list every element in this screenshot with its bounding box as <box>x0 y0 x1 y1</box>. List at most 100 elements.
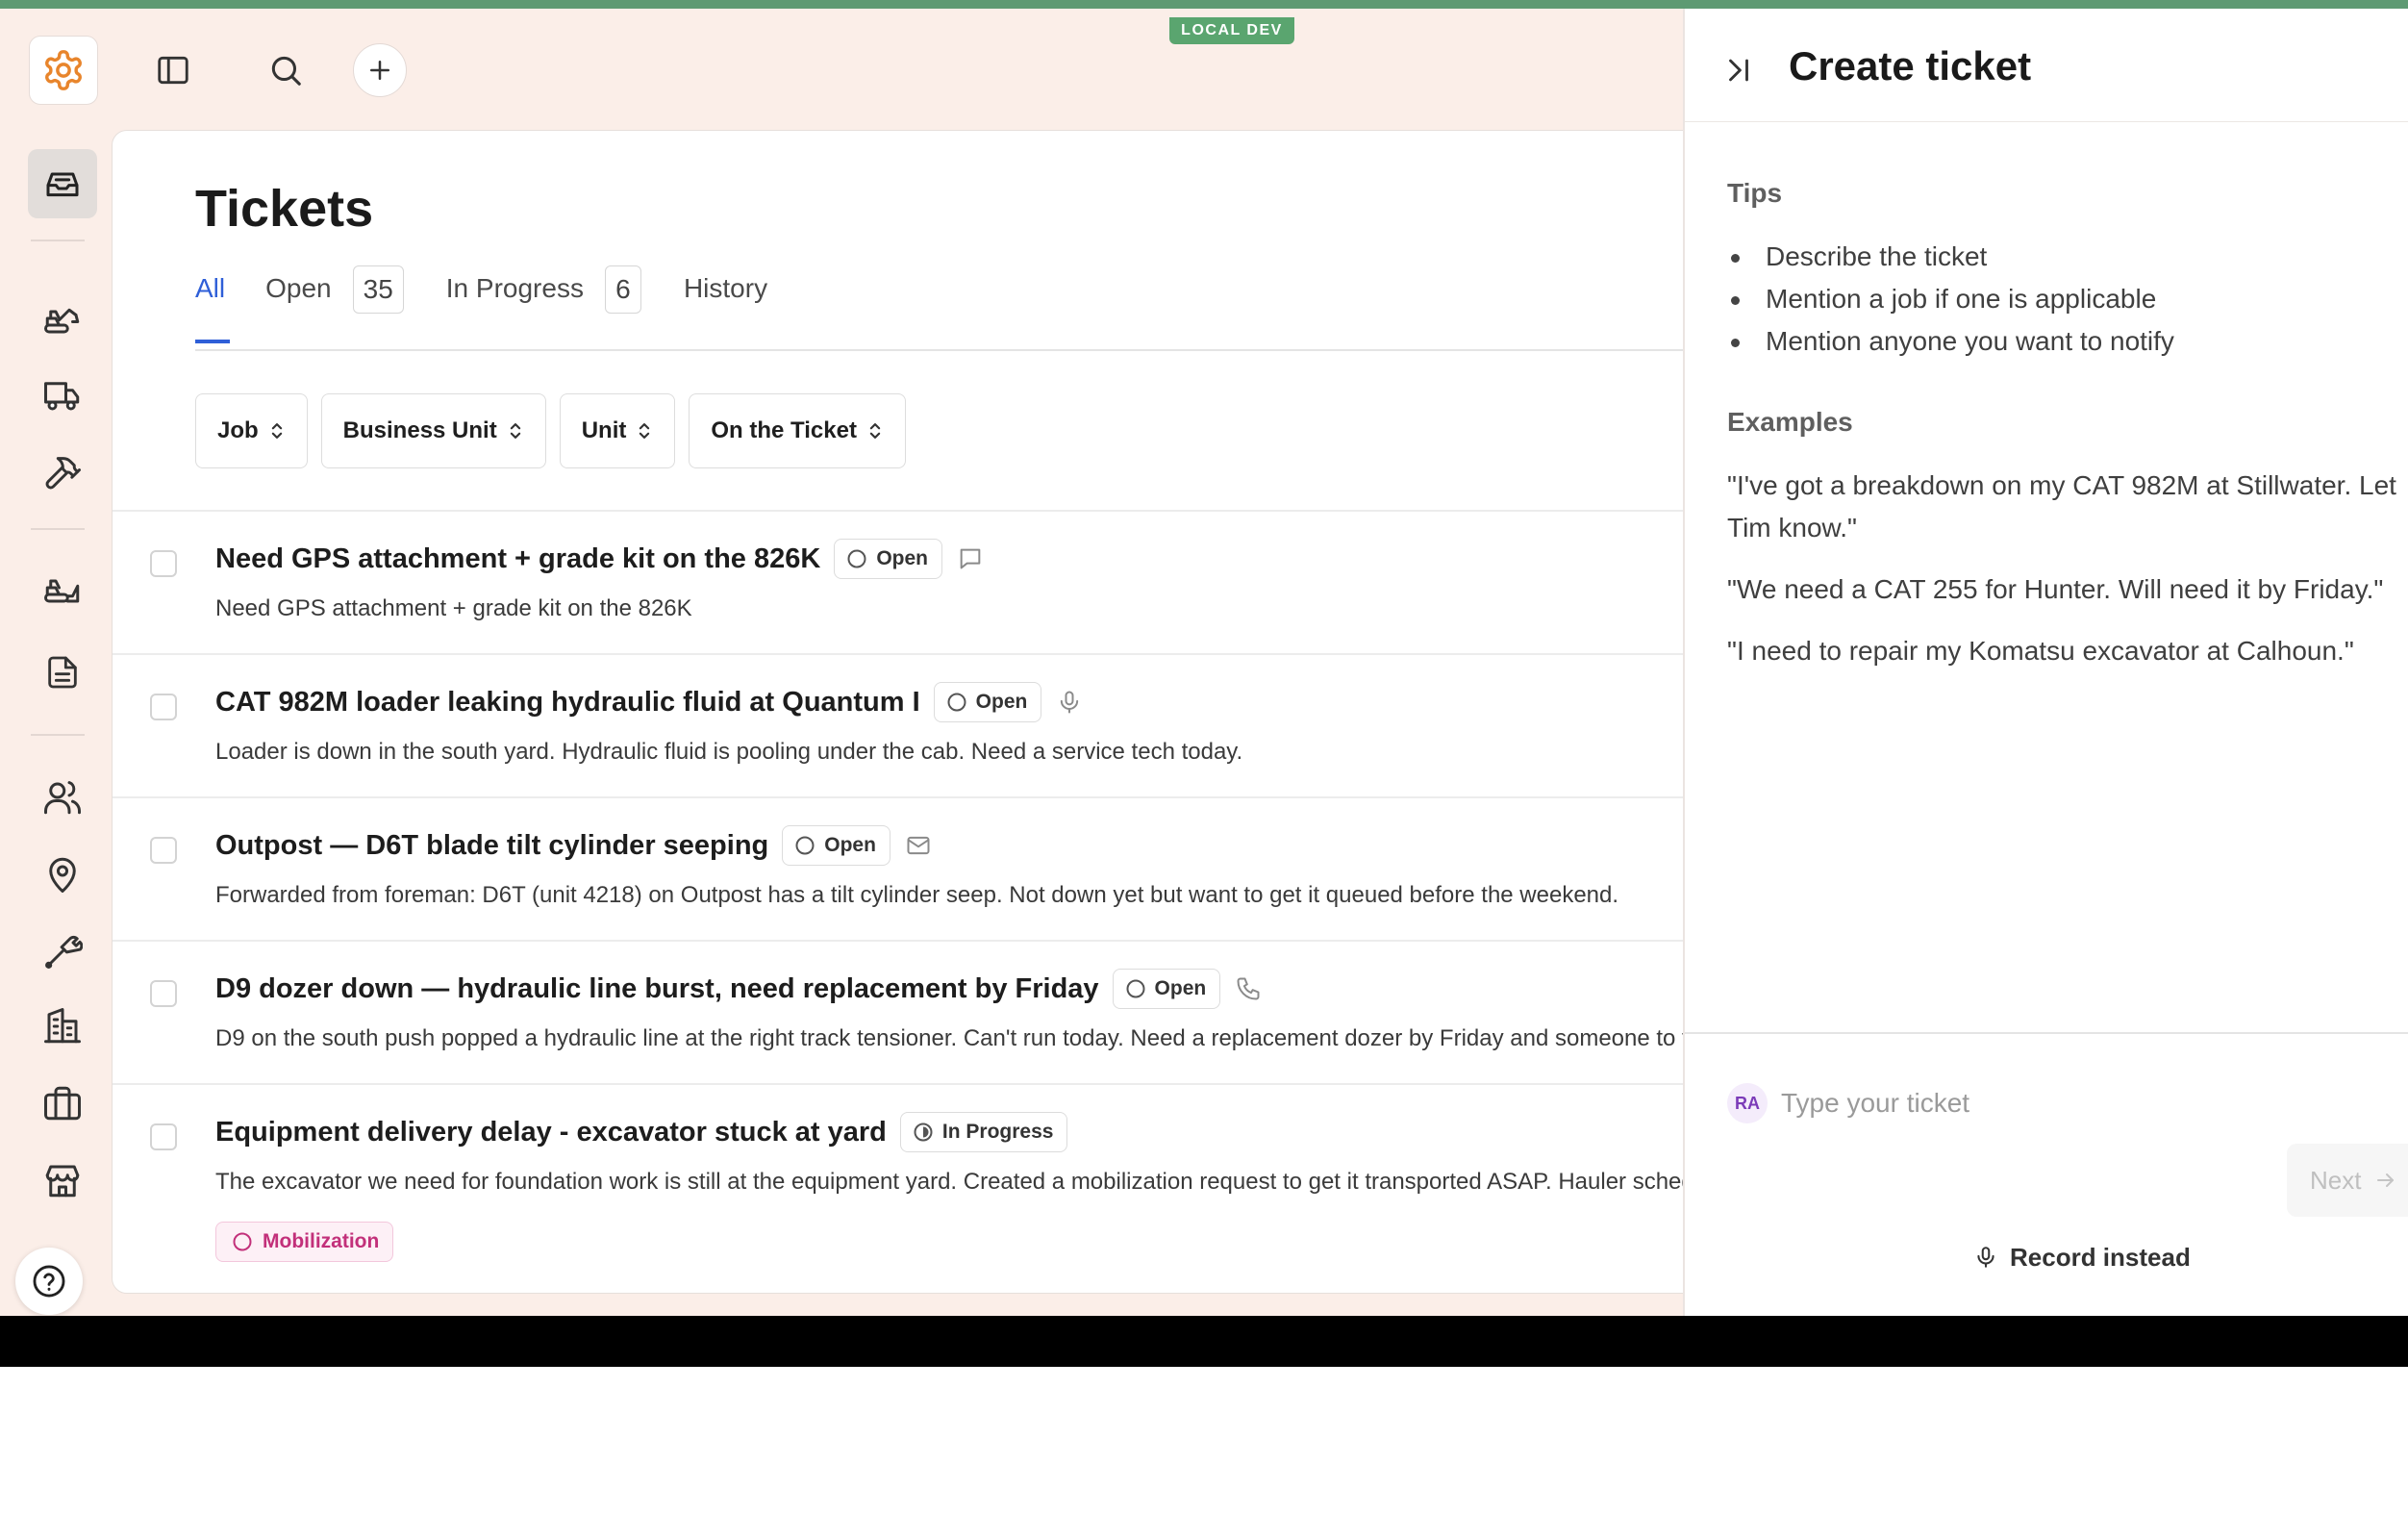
status-label: Open <box>975 691 1028 713</box>
nav-tools[interactable] <box>28 917 97 986</box>
bottom-bar <box>0 1316 2408 1367</box>
chevron-up-down-icon <box>866 420 884 442</box>
row-checkbox[interactable] <box>150 694 177 720</box>
ticket-row[interactable]: Outpost — D6T blade tilt cylinder seepin… <box>113 796 1688 940</box>
example-text: "I've got a breakdown on my CAT 982M at … <box>1727 470 2396 542</box>
category-tag[interactable]: Mobilization <box>215 1222 394 1262</box>
ticket-row[interactable]: CAT 982M loader leaking hydraulic fluid … <box>113 653 1688 796</box>
status-label: Open <box>824 834 876 856</box>
wrench-icon <box>42 931 83 971</box>
tip-item: Mention a job if one is applicable <box>1727 278 2174 320</box>
nav-repairs[interactable] <box>28 438 97 507</box>
tab-count-badge: 6 <box>604 265 641 314</box>
ticket-input[interactable] <box>1781 1082 2358 1124</box>
nav-locations[interactable] <box>28 840 97 909</box>
status-open-icon <box>846 548 867 569</box>
ticket-tabs: All Open 35 In Progress 6 History <box>195 265 767 343</box>
filter-label: Job <box>217 417 259 443</box>
help-button[interactable] <box>15 1248 83 1315</box>
row-checkbox[interactable] <box>150 550 177 577</box>
status-badge: In Progress <box>899 1112 1068 1152</box>
excavator-icon <box>42 298 83 339</box>
ticket-row[interactable]: Equipment delivery delay - excavator stu… <box>113 1083 1688 1293</box>
filter-business-unit-button[interactable]: Business Unit <box>320 393 546 468</box>
rail-divider <box>31 528 85 530</box>
drawer-title: Create ticket <box>1789 43 2032 88</box>
row-checkbox[interactable] <box>150 1123 177 1150</box>
tab-label: History <box>683 273 768 303</box>
collapse-drawer-button[interactable] <box>1719 51 1758 89</box>
row-checkbox[interactable] <box>150 837 177 864</box>
sidebar-toggle-button[interactable] <box>146 43 200 97</box>
bulldozer-icon <box>42 568 83 608</box>
chevron-up-down-icon <box>507 420 524 442</box>
nav-documents[interactable] <box>28 638 97 707</box>
status-badge: Open <box>834 539 942 579</box>
building-icon <box>42 1006 83 1047</box>
hammer-icon <box>42 452 83 492</box>
status-open-icon <box>946 692 967 713</box>
tag-label: Mobilization <box>263 1230 380 1252</box>
nav-tickets[interactable] <box>28 149 97 218</box>
search-icon <box>267 52 304 88</box>
filter-label: Business Unit <box>342 417 497 443</box>
ticket-list: Need GPS attachment + grade kit on the 8… <box>113 510 1689 1293</box>
nav-people[interactable] <box>28 763 97 832</box>
tab-open[interactable]: Open 35 <box>265 265 404 342</box>
record-label: Record instead <box>2010 1242 2191 1272</box>
filter-unit-button[interactable]: Unit <box>559 393 676 468</box>
filter-label: On the Ticket <box>711 417 857 443</box>
tag-circle-icon <box>232 1231 253 1252</box>
next-button[interactable]: Next <box>2287 1144 2408 1217</box>
ticket-title: Equipment delivery delay - excavator stu… <box>215 1116 887 1148</box>
tab-history[interactable]: History <box>684 275 767 342</box>
chat-icon <box>956 544 985 573</box>
ticket-row[interactable]: D9 dozer down — hydraulic line burst, ne… <box>113 940 1689 1083</box>
ticket-description: D9 on the south push popped a hydraulic … <box>215 1025 1689 1051</box>
ticket-row[interactable]: Need GPS attachment + grade kit on the 8… <box>113 510 1688 653</box>
tab-label: In Progress <box>445 273 584 303</box>
ticket-title: CAT 982M loader leaking hydraulic fluid … <box>215 686 920 718</box>
nav-vendors[interactable] <box>28 1146 97 1215</box>
nav-jobs[interactable] <box>28 1069 97 1138</box>
filter-job-button[interactable]: Job <box>195 393 308 468</box>
tip-item: Describe the ticket <box>1727 236 2174 278</box>
tab-in-progress[interactable]: In Progress 6 <box>445 265 641 342</box>
ticket-title: Need GPS attachment + grade kit on the 8… <box>215 542 821 574</box>
ticket-title-line: Outpost — D6T blade tilt cylinder seepin… <box>215 824 933 867</box>
nav-companies[interactable] <box>28 992 97 1061</box>
composer-divider <box>1685 1032 2408 1034</box>
ticket-title-line: Equipment delivery delay - excavator stu… <box>215 1111 1068 1153</box>
next-label: Next <box>2310 1165 2362 1195</box>
row-checkbox[interactable] <box>150 980 177 1007</box>
status-open-icon <box>794 835 815 856</box>
status-label: Open <box>876 547 928 569</box>
avatar: RA <box>1727 1083 1768 1123</box>
nav-fleet[interactable] <box>28 553 97 622</box>
tab-count-badge: 35 <box>352 265 404 314</box>
filter-on-the-ticket-button[interactable]: On the Ticket <box>689 393 906 468</box>
nav-transport[interactable] <box>28 361 97 430</box>
create-button[interactable] <box>353 43 407 97</box>
chevron-up-down-icon <box>268 420 286 442</box>
collapse-right-icon <box>1722 54 1755 87</box>
record-button[interactable]: Record instead <box>1973 1238 2191 1276</box>
ticket-title-line: D9 dozer down — hydraulic line burst, ne… <box>215 968 1263 1010</box>
ticket-title: D9 dozer down — hydraulic line burst, ne… <box>215 972 1099 1004</box>
status-label: In Progress <box>941 1121 1054 1143</box>
nav-equipment[interactable] <box>28 284 97 353</box>
search-button[interactable] <box>259 43 313 97</box>
ticket-title-line: CAT 982M loader leaking hydraulic fluid … <box>215 681 1084 723</box>
environment-badge: LOCAL DEV <box>1169 17 1294 44</box>
document-icon <box>43 653 82 692</box>
ticket-title: Outpost — D6T blade tilt cylinder seepin… <box>215 829 769 861</box>
tab-all[interactable]: All <box>195 273 231 343</box>
rail-divider <box>31 240 85 241</box>
examples-heading: Examples <box>1727 407 1853 437</box>
example-text: "I need to repair my Komatsu excavator a… <box>1727 636 2354 666</box>
status-open-icon <box>1125 978 1146 999</box>
ticket-description: Need GPS attachment + grade kit on the 8… <box>215 595 692 621</box>
tab-label: All <box>195 273 226 303</box>
app-logo[interactable] <box>29 36 98 105</box>
app-window: LOCAL DEV Tickets All Open 35 In Progres… <box>0 0 2408 1316</box>
